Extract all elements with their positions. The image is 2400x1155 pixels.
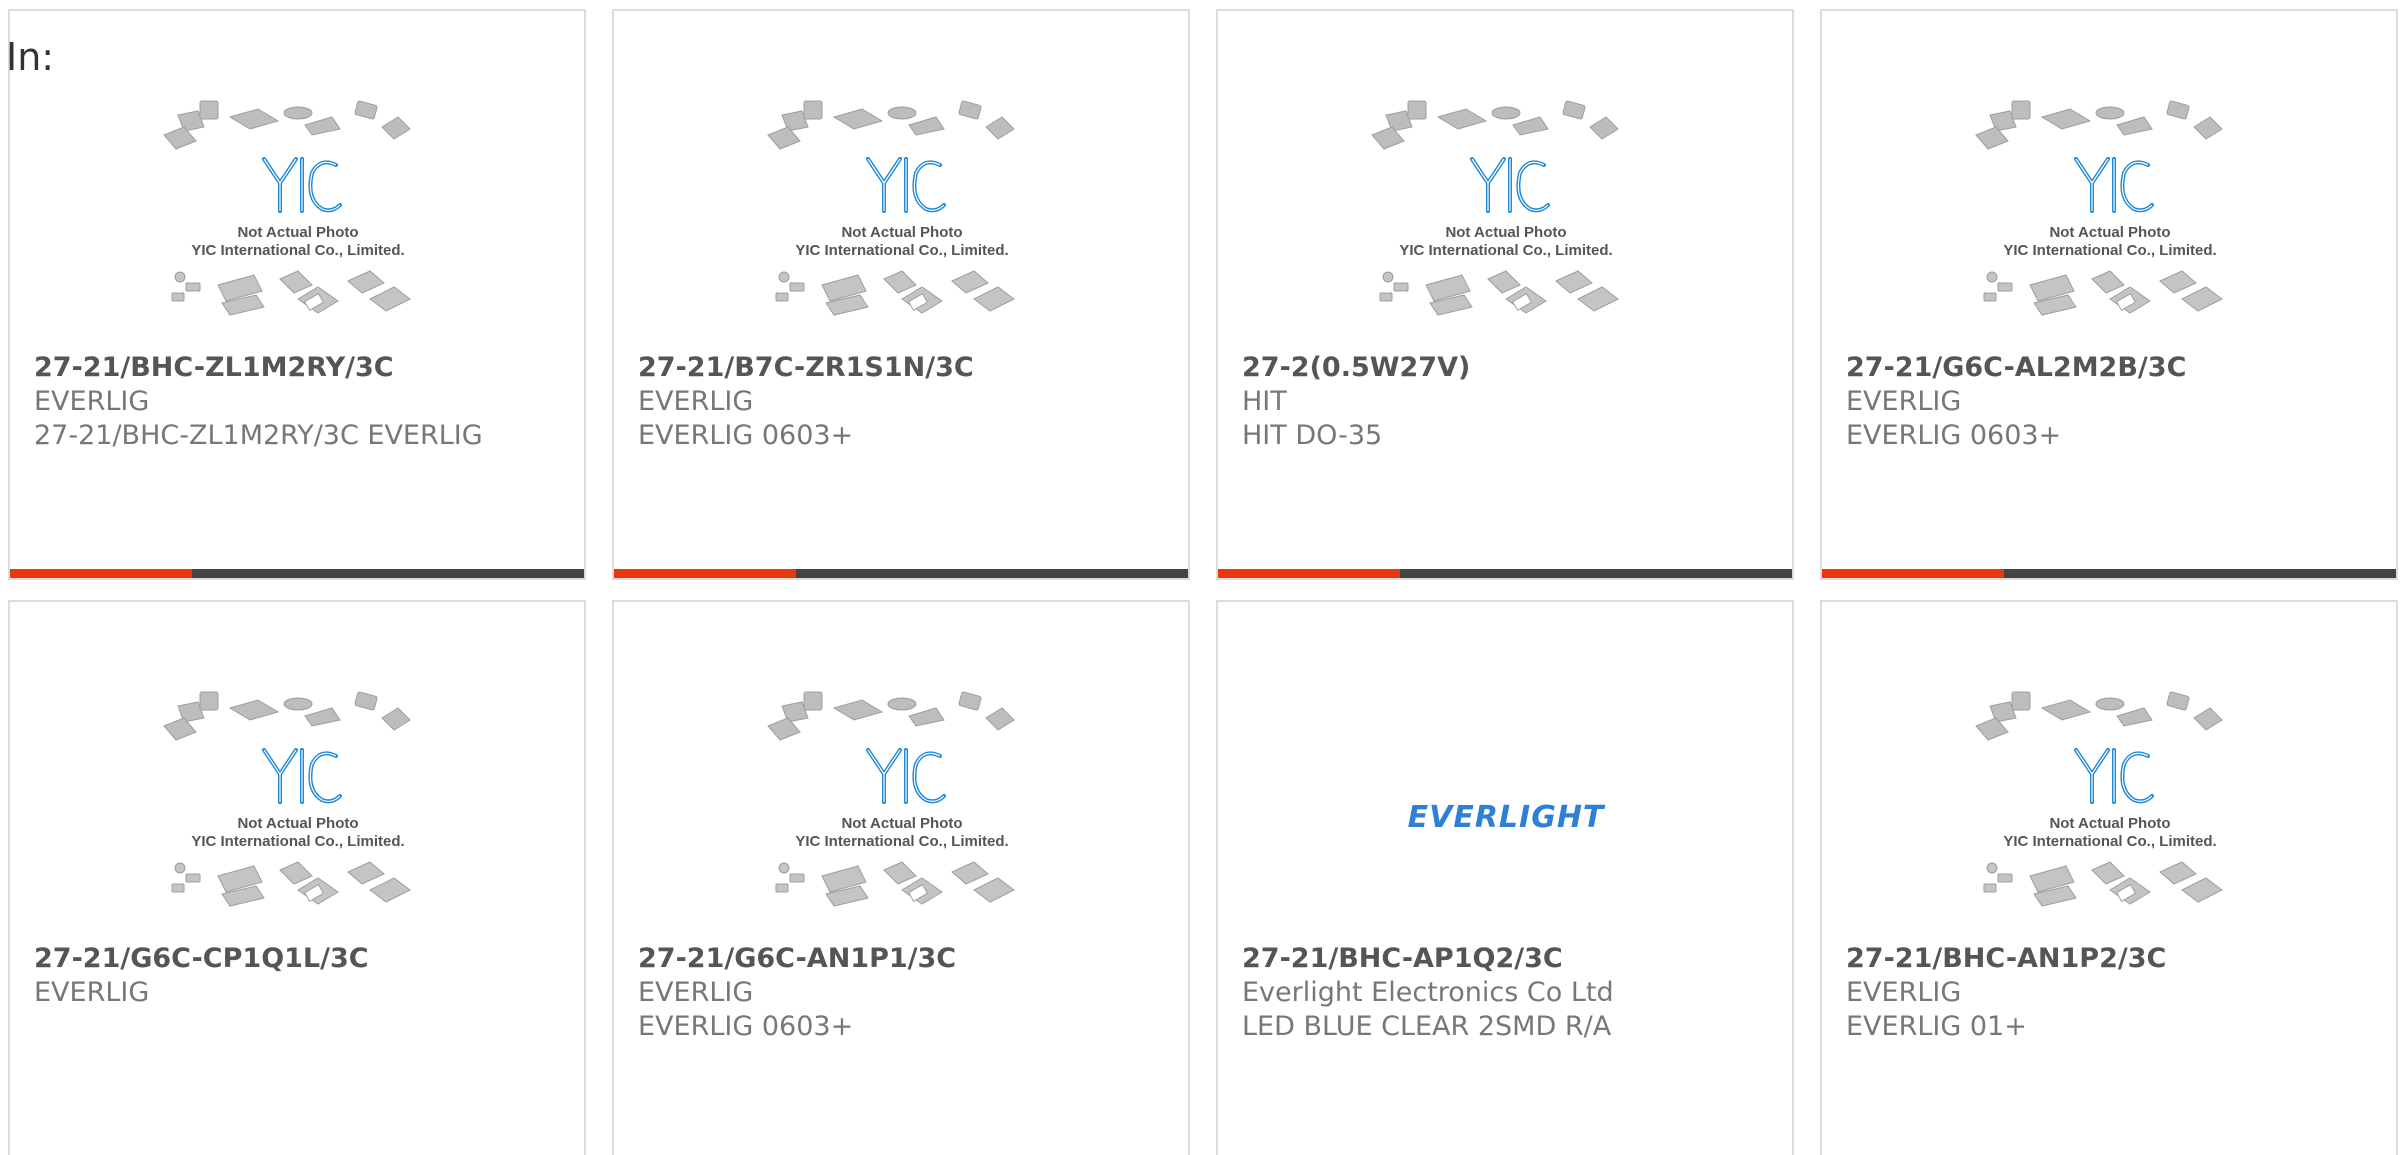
part-number-link[interactable]: 27-21/BHC-ZL1M2RY/3C — [34, 351, 564, 385]
placeholder-line2: YIC International Co., Limited. — [191, 242, 404, 259]
accent-bar-segment — [10, 569, 192, 578]
manufacturer: EVERLIG — [638, 977, 754, 1008]
results-page: In: Not Actual Photo YIC International C… — [0, 0, 2400, 1155]
product-image[interactable]: Not Actual Photo YIC International Co., … — [160, 99, 436, 353]
card-accent-bar — [10, 569, 584, 578]
placeholder-line2: YIC International Co., Limited. — [2003, 242, 2216, 259]
placeholder-line1: Not Actual Photo — [2049, 815, 2170, 832]
placeholder-line2: YIC International Co., Limited. — [1399, 242, 1612, 259]
placeholder-line2: YIC International Co., Limited. — [191, 833, 404, 850]
product-info: 27-21/BHC-AN1P2/3C EVERLIG EVERLIG 01+ — [1846, 942, 2376, 1044]
description: HIT DO-35 — [1242, 420, 1383, 451]
product-card[interactable]: Not Actual Photo YIC International Co., … — [1820, 600, 2398, 1155]
product-info: 27-21/BHC-AP1Q2/3C Everlight Electronics … — [1242, 942, 1772, 1044]
placeholder-line2: YIC International Co., Limited. — [2003, 833, 2216, 850]
product-info: 27-21/G6C-CP1Q1L/3C EVERLIG — [34, 942, 564, 1010]
not-actual-photo-placeholder: Not Actual Photo YIC International Co., … — [1371, 100, 1619, 316]
product-card[interactable]: Not Actual Photo YIC International Co., … — [1820, 9, 2398, 580]
not-actual-photo-placeholder: Not Actual Photo YIC International Co., … — [1975, 100, 2223, 316]
placeholder-line2: YIC International Co., Limited. — [795, 833, 1008, 850]
product-image[interactable]: Not Actual Photo YIC International Co., … — [1368, 99, 1644, 353]
part-number-link[interactable]: 27-21/B7C-ZR1S1N/3C — [638, 351, 1168, 385]
accent-bar-segment — [1822, 569, 2004, 578]
part-number-link[interactable]: 27-21/BHC-AP1Q2/3C — [1242, 942, 1772, 976]
product-card[interactable]: EVERLIGHT 27-21/BHC-AP1Q2/3C Everlight Ele… — [1216, 600, 1794, 1155]
card-accent-bar — [1218, 569, 1792, 578]
product-info: 27-21/B7C-ZR1S1N/3C EVERLIG EVERLIG 0603+ — [638, 351, 1168, 453]
product-image[interactable]: Not Actual Photo YIC International Co., … — [1972, 690, 2248, 944]
product-grid: Not Actual Photo YIC International Co., … — [8, 9, 2398, 1155]
card-accent-bar — [614, 569, 1188, 578]
product-info: 27-2(0.5W27V) HIT HIT DO-35 — [1242, 351, 1772, 453]
product-image[interactable]: Not Actual Photo YIC International Co., … — [764, 99, 1040, 353]
product-card[interactable]: Not Actual Photo YIC International Co., … — [612, 9, 1190, 580]
description: EVERLIG 0603+ — [638, 1011, 854, 1042]
product-image[interactable]: Not Actual Photo YIC International Co., … — [1972, 99, 2248, 353]
placeholder-line1: Not Actual Photo — [237, 815, 358, 832]
placeholder-line1: Not Actual Photo — [2049, 224, 2170, 241]
description: EVERLIG 0603+ — [1846, 420, 2062, 451]
card-accent-bar — [1822, 569, 2396, 578]
page-label: In: — [6, 35, 55, 79]
manufacturer: Everlight Electronics Co Ltd — [1242, 977, 1614, 1008]
not-actual-photo-placeholder: Not Actual Photo YIC International Co., … — [163, 100, 411, 316]
everlight-logo: EVERLIGHT — [1407, 799, 1605, 835]
product-info: 27-21/BHC-ZL1M2RY/3C EVERLIG 27-21/BHC-ZL1… — [34, 351, 564, 453]
product-info: 27-21/G6C-AL2M2B/3C EVERLIG EVERLIG 0603+ — [1846, 351, 2376, 453]
manufacturer: HIT — [1242, 386, 1287, 417]
accent-bar-segment — [1218, 569, 1400, 578]
placeholder-line1: Not Actual Photo — [1445, 224, 1566, 241]
manufacturer: EVERLIG — [34, 386, 150, 417]
manufacturer: EVERLIG — [34, 977, 150, 1008]
not-actual-photo-placeholder: Not Actual Photo YIC International Co., … — [767, 691, 1015, 907]
manufacturer: EVERLIG — [1846, 386, 1962, 417]
part-number-link[interactable]: 27-21/G6C-AN1P1/3C — [638, 942, 1168, 976]
part-number-link[interactable]: 27-21/G6C-AL2M2B/3C — [1846, 351, 2376, 385]
placeholder-line1: Not Actual Photo — [841, 815, 962, 832]
manufacturer: EVERLIG — [1846, 977, 1962, 1008]
placeholder-line1: Not Actual Photo — [237, 224, 358, 241]
product-image[interactable]: Not Actual Photo YIC International Co., … — [764, 690, 1040, 944]
product-card[interactable]: Not Actual Photo YIC International Co., … — [8, 600, 586, 1155]
product-card[interactable]: Not Actual Photo YIC International Co., … — [612, 600, 1190, 1155]
part-number-link[interactable]: 27-21/BHC-AN1P2/3C — [1846, 942, 2376, 976]
part-number-link[interactable]: 27-21/G6C-CP1Q1L/3C — [34, 942, 564, 976]
manufacturer: EVERLIG — [638, 386, 754, 417]
description: 27-21/BHC-ZL1M2RY/3C EVERLIG — [34, 420, 483, 451]
placeholder-line1: Not Actual Photo — [841, 224, 962, 241]
description: EVERLIG 0603+ — [638, 420, 854, 451]
part-number-link[interactable]: 27-2(0.5W27V) — [1242, 351, 1772, 385]
product-image[interactable]: Not Actual Photo YIC International Co., … — [160, 690, 436, 944]
not-actual-photo-placeholder: Not Actual Photo YIC International Co., … — [767, 100, 1015, 316]
description: EVERLIG 01+ — [1846, 1011, 2027, 1042]
description: LED BLUE CLEAR 2SMD R/A — [1242, 1011, 1612, 1042]
accent-bar-segment — [614, 569, 796, 578]
not-actual-photo-placeholder: Not Actual Photo YIC International Co., … — [163, 691, 411, 907]
product-info: 27-21/G6C-AN1P1/3C EVERLIG EVERLIG 0603+ — [638, 942, 1168, 1044]
product-image[interactable]: EVERLIGHT — [1368, 690, 1644, 944]
product-card[interactable]: Not Actual Photo YIC International Co., … — [1216, 9, 1794, 580]
product-card[interactable]: Not Actual Photo YIC International Co., … — [8, 9, 586, 580]
not-actual-photo-placeholder: Not Actual Photo YIC International Co., … — [1975, 691, 2223, 907]
placeholder-line2: YIC International Co., Limited. — [795, 242, 1008, 259]
